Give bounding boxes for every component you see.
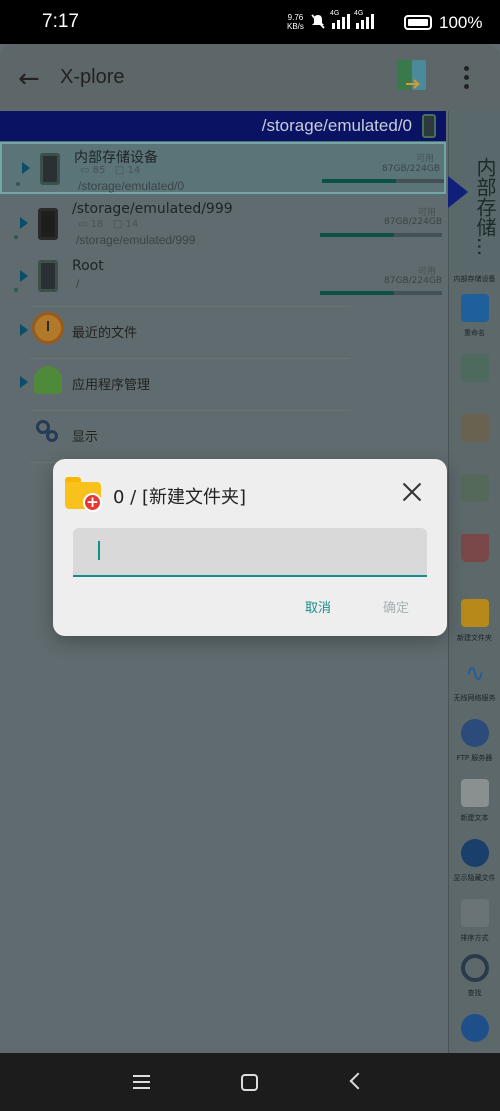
new-text-icon: [461, 779, 489, 807]
storage-title: 内部存储设备: [74, 150, 158, 166]
settings-icon: [461, 1014, 489, 1042]
tool-new-folder[interactable]: 新建文件夹: [449, 595, 500, 655]
expand-arrow-icon[interactable]: [20, 324, 28, 336]
tool-internal-storage[interactable]: 内部存储设备: [449, 230, 500, 290]
phone-storage-icon: [40, 153, 60, 185]
storage-size: 87GB/224GB: [382, 164, 440, 174]
signal-2-icon: 4G: [354, 10, 374, 29]
battery-percent: 100%: [439, 13, 483, 32]
expand-arrow-icon[interactable]: [20, 217, 28, 229]
storage-counts: ▭ 85 □ 14: [80, 165, 141, 176]
home-icon[interactable]: [241, 1074, 258, 1091]
device-icon: [422, 114, 436, 138]
tool-ftp-server[interactable]: FTP 服务器: [449, 715, 500, 775]
tool-move[interactable]: [449, 470, 500, 530]
more-options-icon[interactable]: [464, 66, 472, 93]
battery-icon: [404, 15, 432, 30]
device-switch-icon[interactable]: [396, 58, 428, 96]
tool-search[interactable]: 查找: [449, 950, 500, 1010]
tool-new-text[interactable]: 新建文本: [449, 775, 500, 835]
sd-card-icon: [38, 208, 58, 240]
sort-icon: [461, 899, 489, 927]
current-path: /storage/emulated/0: [261, 116, 412, 135]
copy-icon: [461, 354, 489, 382]
back-icon[interactable]: [349, 1072, 367, 1090]
eye-hidden-icon: [461, 839, 489, 867]
network-speed: 9.76 KB/s: [287, 13, 304, 31]
clipboard-icon: [461, 414, 489, 442]
folder-name-input[interactable]: [73, 528, 427, 577]
expand-arrow-icon[interactable]: [22, 162, 30, 174]
location-arrow-icon: [448, 176, 468, 208]
storage-usage-bar: [320, 291, 442, 295]
tool-copy[interactable]: [449, 350, 500, 410]
new-folder-dialog: + 0 / [新建文件夹] 取消 确定: [53, 459, 447, 636]
new-folder-icon: +: [65, 477, 102, 512]
gears-icon: [36, 420, 60, 444]
confirm-button[interactable]: 确定: [383, 597, 409, 616]
signal-1-icon: 4G: [330, 10, 350, 29]
navigation-bar: [0, 1053, 500, 1111]
tool-wifi-server[interactable]: ∿ 无线网络服务: [449, 655, 500, 715]
storage-row-internal[interactable]: 内部存储设备 ▭ 85 □ 14 /storage/emulated/0 可用 …: [0, 142, 446, 194]
storage-usage-bar: [320, 233, 442, 237]
back-arrow-icon[interactable]: ←: [18, 64, 40, 94]
recent-apps-icon[interactable]: [133, 1075, 150, 1093]
ftp-icon: [461, 719, 489, 747]
new-folder-icon: [461, 599, 489, 627]
wifi-icon: ∿: [464, 659, 486, 687]
search-icon: [461, 954, 489, 982]
tool-settings[interactable]: [449, 1008, 500, 1052]
storage-title: /storage/emulated/999: [72, 201, 233, 217]
app-bar: ← X-plore: [0, 44, 500, 111]
storage-size: 87GB/224GB: [384, 276, 442, 286]
tool-show-hidden[interactable]: 显示隐藏文件: [449, 835, 500, 895]
storage-row-root[interactable]: Root / 可用 87GB/224GB: [0, 254, 446, 304]
delete-icon: [461, 534, 489, 562]
storage-usage-bar: [322, 179, 444, 183]
tool-clipboard[interactable]: [449, 410, 500, 470]
expand-arrow-icon[interactable]: [20, 270, 28, 282]
storage-path: /storage/emulated/999: [76, 233, 196, 247]
mute-icon: [311, 14, 325, 29]
app-title: X-plore: [60, 66, 125, 88]
tool-delete[interactable]: [449, 530, 500, 590]
text-caret: [98, 541, 100, 560]
storage-title: Root: [72, 258, 104, 274]
cancel-button[interactable]: 取消: [305, 597, 331, 616]
tool-rename[interactable]: 重命名: [449, 290, 500, 350]
menu-recent-files[interactable]: 最近的文件: [0, 306, 446, 358]
clock-time: 7:17: [42, 11, 79, 32]
expand-arrow-icon[interactable]: [20, 376, 28, 388]
storage-path: /storage/emulated/0: [78, 179, 185, 193]
available-label: 可用: [415, 154, 434, 164]
clock-icon: [32, 312, 64, 344]
storage-row-999[interactable]: /storage/emulated/999 ▭ 18 □ 14 /storage…: [0, 197, 446, 251]
tool-sort[interactable]: 排序方式: [449, 895, 500, 955]
storage-counts: ▭ 18 □ 14: [78, 219, 139, 230]
storage-path: /: [76, 277, 80, 291]
android-icon: [34, 366, 62, 394]
storage-size: 87GB/224GB: [384, 217, 442, 227]
move-icon: [461, 474, 489, 502]
close-icon[interactable]: [399, 479, 425, 505]
dialog-title: 0 / [新建文件夹]: [113, 487, 247, 508]
status-bar: 7:17 9.76 KB/s 4G 4G 100%: [0, 0, 500, 44]
phone-root-icon: [38, 260, 58, 292]
menu-app-manager[interactable]: 应用程序管理: [0, 358, 446, 410]
current-path-bar: /storage/emulated/0: [0, 111, 446, 141]
menu-display[interactable]: 显示: [0, 410, 446, 462]
status-icons: 4G 4G: [310, 10, 374, 29]
rename-icon: [461, 294, 489, 322]
